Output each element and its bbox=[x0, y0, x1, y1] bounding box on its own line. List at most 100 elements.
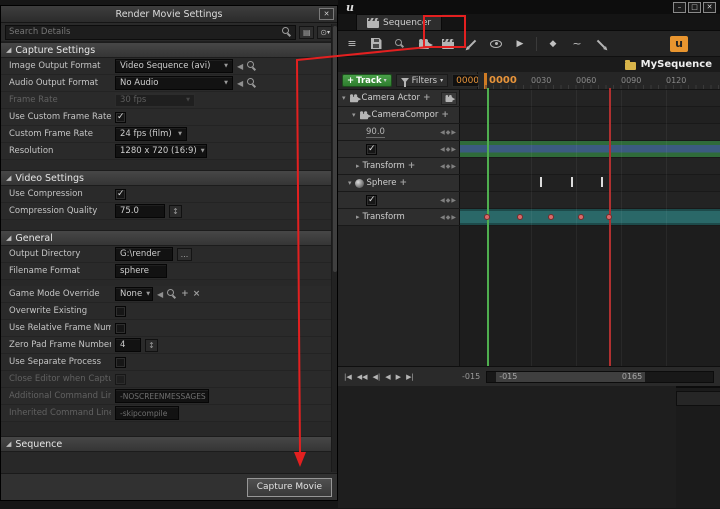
lock-camera-button[interactable] bbox=[441, 92, 457, 105]
dialog-scrollbar[interactable] bbox=[331, 24, 337, 472]
tools-button[interactable] bbox=[464, 36, 480, 52]
timeline-scrollbar-thumb[interactable]: -015 0165 bbox=[496, 372, 645, 382]
section-capture-settings[interactable]: Capture Settings bbox=[1, 42, 337, 58]
use-custom-frame-rate-checkbox[interactable] bbox=[115, 112, 126, 123]
add-section-icon[interactable]: + bbox=[408, 161, 416, 171]
keyframe-dot[interactable] bbox=[548, 214, 554, 220]
compression-quality-field[interactable]: 75.0 bbox=[115, 204, 165, 218]
track-row-camera-component[interactable]: ▾ CameraCompor + bbox=[338, 107, 720, 124]
step-forward-button[interactable]: ▶| bbox=[406, 373, 414, 381]
keyframe-dot[interactable] bbox=[517, 214, 523, 220]
search-input[interactable] bbox=[9, 27, 282, 37]
track-lane[interactable] bbox=[460, 192, 720, 208]
expander-icon[interactable]: ▸ bbox=[356, 162, 360, 170]
track-row-camera-enabled[interactable]: ◀◆▶ bbox=[338, 141, 720, 158]
add-icon[interactable]: + bbox=[181, 289, 189, 299]
use-selected-arrow-icon[interactable]: ◀ bbox=[237, 62, 243, 71]
render-movie-button[interactable] bbox=[440, 36, 456, 52]
use-selected-arrow-icon[interactable]: ◀ bbox=[237, 79, 243, 88]
inherited-cmdline-field[interactable]: -skipcompile bbox=[115, 406, 179, 420]
find-in-content-button[interactable] bbox=[392, 36, 408, 52]
output-directory-field[interactable]: G:\render bbox=[115, 247, 173, 261]
playback-end-line[interactable] bbox=[609, 88, 611, 366]
section-general[interactable]: General bbox=[1, 230, 337, 246]
close-window-button[interactable]: ✕ bbox=[703, 2, 716, 13]
property-matrix-button[interactable]: ▤ bbox=[299, 26, 314, 39]
timeline-scrollbar[interactable]: -015 0165 bbox=[486, 371, 714, 383]
keyframe-nav-icons[interactable]: ◀◆▶ bbox=[440, 163, 457, 170]
scrollbar-thumb[interactable] bbox=[333, 26, 337, 272]
slate-options-button[interactable]: ≡ bbox=[344, 36, 360, 52]
section-sequence[interactable]: Sequence bbox=[1, 436, 337, 452]
track-row-camera-actor[interactable]: ▾ Camera Actor + bbox=[338, 90, 720, 107]
use-selected-arrow-icon[interactable]: ◀ bbox=[157, 290, 163, 299]
additional-cmdline-field[interactable]: -NOSCREENMESSAGES bbox=[115, 389, 209, 403]
track-row-transform-camera[interactable]: ▸ Transform + ◀◆▶ bbox=[338, 158, 720, 175]
value-slider-icon[interactable]: ↕ bbox=[169, 205, 182, 218]
go-to-start-button[interactable]: |◀ bbox=[344, 373, 352, 381]
clear-icon[interactable]: × bbox=[193, 289, 201, 299]
keyframe-tick[interactable] bbox=[601, 177, 603, 187]
view-options-button[interactable] bbox=[488, 36, 504, 52]
game-mode-dropdown[interactable]: None bbox=[115, 287, 153, 301]
expander-icon[interactable]: ▸ bbox=[356, 213, 360, 221]
create-camera-button[interactable] bbox=[416, 36, 432, 52]
keyframe-nav-icons[interactable]: ◀◆▶ bbox=[440, 146, 457, 153]
track-checkbox[interactable] bbox=[366, 195, 377, 206]
dialog-close-button[interactable]: ✕ bbox=[319, 8, 334, 20]
timeline-ruler[interactable]: 0000 0030 0060 0090 0120 bbox=[478, 72, 720, 89]
track-row-sphere[interactable]: ▾ Sphere + bbox=[338, 175, 720, 192]
play-backward-button[interactable]: ◀ bbox=[385, 373, 390, 381]
track-lane[interactable] bbox=[460, 90, 720, 106]
tab-sequencer[interactable]: Sequencer bbox=[356, 14, 442, 30]
expander-icon[interactable]: ▾ bbox=[352, 111, 356, 119]
playhead-line[interactable] bbox=[487, 88, 489, 366]
add-track-button[interactable]: + Track ▾ bbox=[342, 74, 392, 87]
edit-button[interactable] bbox=[593, 36, 609, 52]
playback-options-button[interactable]: ▶ bbox=[512, 36, 528, 52]
curve-editor-button[interactable]: ~ bbox=[569, 36, 585, 52]
add-section-icon[interactable]: + bbox=[399, 178, 407, 188]
separate-process-checkbox[interactable] bbox=[115, 357, 126, 368]
zero-pad-field[interactable]: 4 bbox=[115, 338, 141, 352]
fov-value[interactable]: 90.0 bbox=[366, 127, 385, 138]
keyframe-nav-icons[interactable]: ◀◆▶ bbox=[440, 197, 457, 204]
previous-key-button[interactable]: ◀◀ bbox=[357, 373, 368, 381]
play-button[interactable]: ▶ bbox=[396, 373, 401, 381]
capture-movie-button[interactable]: Capture Movie bbox=[247, 478, 332, 497]
browse-icon[interactable] bbox=[247, 78, 257, 88]
track-row-fov[interactable]: 90.0 ◀◆▶ bbox=[338, 124, 720, 141]
expander-icon[interactable]: ▾ bbox=[342, 94, 346, 102]
browse-icon[interactable] bbox=[167, 289, 177, 299]
keyframe-nav-icons[interactable]: ◀◆▶ bbox=[440, 129, 457, 136]
step-back-button[interactable]: ◀| bbox=[373, 373, 381, 381]
track-row-sphere-enabled[interactable]: ◀◆▶ bbox=[338, 192, 720, 209]
expander-icon[interactable]: ▾ bbox=[348, 179, 352, 187]
keyframe-options-button[interactable]: ◆ bbox=[545, 36, 561, 52]
keyframe-tick[interactable] bbox=[571, 177, 573, 187]
section-video-settings[interactable]: Video Settings bbox=[1, 170, 337, 186]
filters-button[interactable]: Filters ▾ bbox=[396, 74, 449, 87]
add-section-icon[interactable]: + bbox=[441, 110, 449, 120]
keyframe-dot[interactable] bbox=[606, 214, 612, 220]
track-lane[interactable] bbox=[460, 175, 720, 191]
camera-section-bar[interactable] bbox=[460, 141, 720, 157]
audio-output-dropdown[interactable]: No Audio bbox=[115, 76, 233, 90]
transform-keys-lane[interactable] bbox=[460, 209, 720, 225]
track-checkbox[interactable] bbox=[366, 144, 377, 155]
filename-format-field[interactable]: sphere bbox=[115, 264, 167, 278]
value-slider-icon[interactable]: ↕ bbox=[145, 339, 158, 352]
unreal-badge[interactable]: u bbox=[670, 36, 688, 52]
breadcrumb-label[interactable]: MySequence bbox=[641, 59, 712, 70]
relative-frame-numbers-checkbox[interactable] bbox=[115, 323, 126, 334]
browse-icon[interactable] bbox=[247, 61, 257, 71]
minimize-button[interactable]: – bbox=[673, 2, 686, 13]
keyframe-nav-icons[interactable]: ◀◆▶ bbox=[440, 214, 457, 221]
maximize-button[interactable]: □ bbox=[688, 2, 701, 13]
details-search-bar[interactable] bbox=[676, 391, 720, 406]
resolution-dropdown[interactable]: 1280 x 720 (16:9) bbox=[115, 144, 207, 158]
add-section-icon[interactable]: + bbox=[423, 93, 431, 103]
playhead-marker[interactable] bbox=[484, 73, 487, 89]
overwrite-existing-checkbox[interactable] bbox=[115, 306, 126, 317]
dialog-titlebar[interactable]: Render Movie Settings ✕ bbox=[1, 6, 337, 23]
